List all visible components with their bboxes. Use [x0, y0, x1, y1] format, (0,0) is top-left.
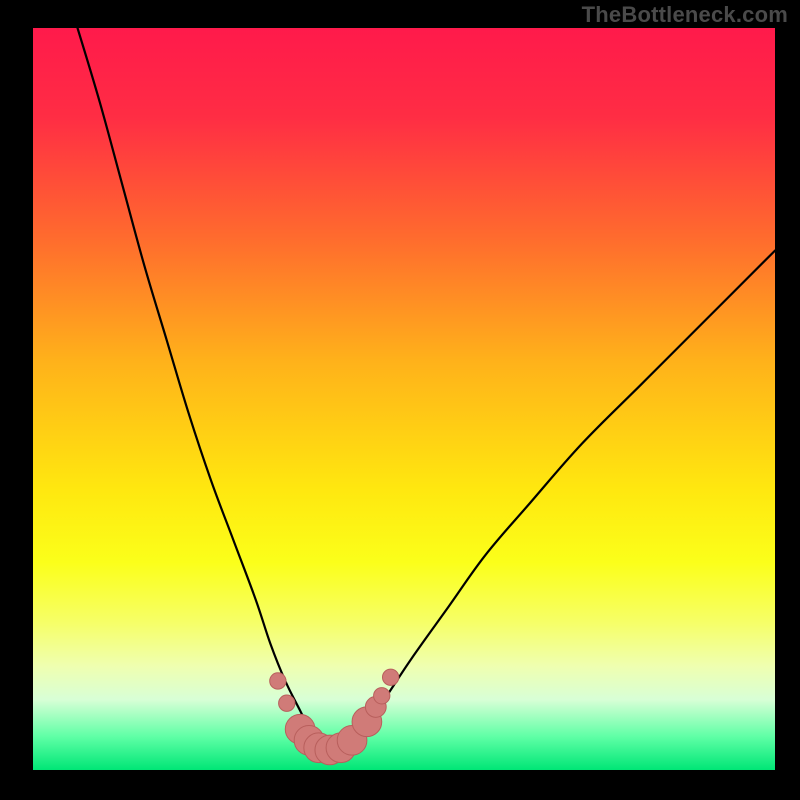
bottleneck-chart	[0, 0, 800, 800]
chart-frame: TheBottleneck.com	[0, 0, 800, 800]
watermark-text: TheBottleneck.com	[582, 2, 788, 28]
curve-marker	[279, 695, 295, 711]
plot-background	[33, 28, 775, 770]
curve-marker	[270, 673, 286, 689]
curve-marker	[382, 669, 398, 685]
curve-marker	[374, 688, 390, 704]
